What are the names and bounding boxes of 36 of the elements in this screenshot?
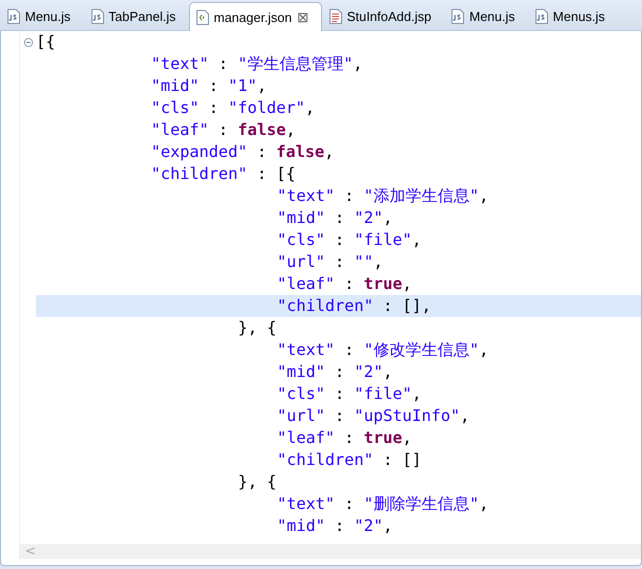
- code-line: "children" : [{: [150, 163, 296, 185]
- code-line: "text" : "修改学生信息",: [276, 339, 490, 361]
- code-line: "leaf" : true,: [276, 427, 413, 449]
- collapse-icon[interactable]: [24, 38, 32, 46]
- editor-tab[interactable]: Menu.js: [0, 2, 84, 30]
- json-file-icon: [196, 10, 209, 24]
- code-line: "text" : "学生信息管理",: [150, 53, 364, 75]
- code-line: "cls" : "folder",: [150, 97, 316, 119]
- editor-tab[interactable]: TabPanel.js: [84, 2, 189, 30]
- code-line: "mid" : "1",: [150, 75, 268, 97]
- code-line: "children" : []: [276, 449, 422, 471]
- editor-tab[interactable]: Menu.js: [444, 2, 528, 30]
- code-line: "leaf" : false,: [150, 119, 297, 141]
- script-file-icon: [534, 9, 548, 24]
- web-page-file-icon: [328, 9, 342, 24]
- code-line: [{: [36, 31, 56, 53]
- close-icon[interactable]: ⊠: [296, 9, 309, 25]
- editor-tab[interactable]: manager.json ⊠: [188, 2, 322, 31]
- code-line: "expanded" : false,: [150, 141, 336, 163]
- script-file-icon: [451, 9, 464, 24]
- code-line: "cls" : "file",: [276, 229, 423, 251]
- script-file-icon: [90, 9, 104, 24]
- code-line: }, {: [237, 471, 278, 493]
- code-line: "mid" : "2",: [276, 515, 394, 537]
- code-line: }, {: [237, 317, 278, 339]
- code-line: "mid" : "2",: [276, 361, 394, 383]
- script-file-icon: [7, 9, 20, 24]
- code-line: "cls" : "file",: [276, 383, 423, 405]
- editor-tab[interactable]: StuInfoAdd.jsp: [322, 2, 444, 30]
- code-line: "leaf" : true,: [276, 273, 413, 295]
- code-line: "mid" : "2",: [276, 207, 394, 229]
- code-line: "url" : "",: [276, 251, 384, 273]
- code-line: "url" : "upStuInfo",: [276, 405, 471, 427]
- code-line: "text" : "删除学生信息",: [276, 493, 490, 515]
- code-line: "text" : "添加学生信息",: [276, 185, 490, 207]
- editor-tab[interactable]: Menus.js: [528, 2, 618, 30]
